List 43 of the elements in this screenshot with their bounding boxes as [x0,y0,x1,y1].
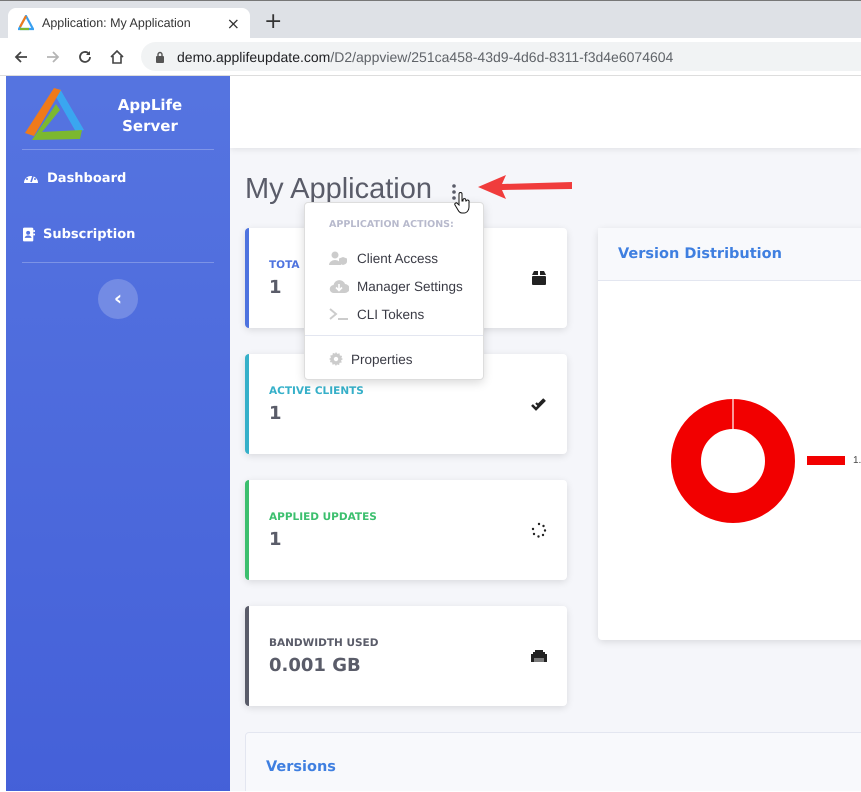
reload-icon[interactable] [77,48,93,64]
address-book-icon [23,226,35,242]
stat-value: 1 [269,402,282,424]
stat-label: APPLIED UPDATES [269,510,377,522]
gear-icon [329,352,343,366]
menu-item[interactable]: CLI Tokens [305,300,483,328]
url-host: demo.applifeupdate.com [177,48,330,64]
sidebar-item[interactable]: Dashboard [21,150,215,206]
user-shield-icon [329,251,349,265]
menu-item[interactable]: Manager Settings [305,272,483,300]
stat-value: 1 [269,276,282,298]
lock-icon [155,50,165,62]
back-icon[interactable] [13,48,29,64]
cloud-download-icon [329,279,349,293]
triangle-logo-icon [18,15,34,31]
address-bar[interactable]: demo.applifeupdate.com/D2/appview/251ca458-43d9-4d6d-8311-f3d4e6074604 [141,42,861,71]
menu-heading: APPLICATION ACTIONS: [328,219,455,230]
stat-label: TOTA [269,258,300,270]
stat-value: 1 [269,528,282,550]
box-icon [531,271,547,285]
url-path: /D2/appview/251ca458-43d9-4d6d-8311-f3d4e6074604 [330,48,674,64]
terminal-icon [329,307,349,321]
ethernet-icon [531,650,547,662]
stat-value: 0.001 GB [269,654,361,676]
double-check-icon [531,396,547,412]
browser-tab[interactable]: Application: My Application × [8,8,250,38]
close-tab-button[interactable]: × [226,14,240,32]
brand-name: Server [122,116,178,134]
sidebar-item[interactable]: Subscription [21,206,215,262]
brand-name: AppLife [118,96,182,114]
tab-title: Application: My Application [42,16,192,30]
card-title: Version Distribution [618,246,782,262]
spinner-icon [531,522,547,538]
more-icon[interactable] [452,184,456,200]
new-tab-button[interactable]: + [264,5,282,34]
home-icon[interactable] [109,48,125,64]
card-title: Versions [266,759,336,775]
menu-item[interactable]: Properties [305,345,483,373]
page-title: My Application [245,172,432,206]
stat-label: BANDWIDTH USED [269,636,378,648]
legend-label: 1. [853,455,861,466]
menu-item[interactable]: Client Access [305,244,483,272]
stat-label: ACTIVE CLIENTS [269,384,364,396]
